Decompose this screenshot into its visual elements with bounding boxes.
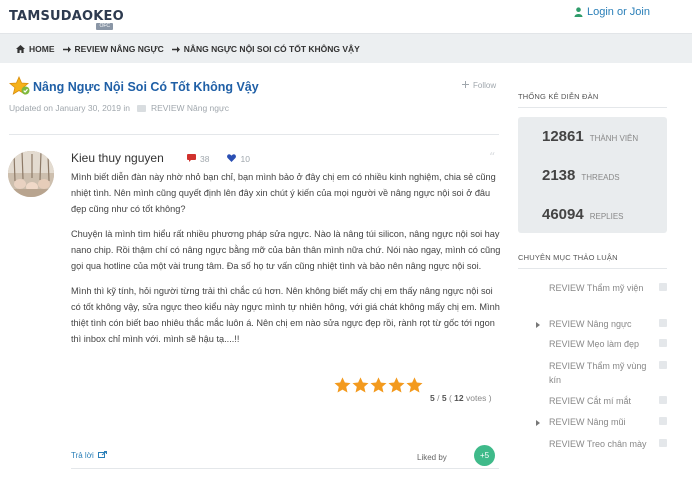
stat-label: THREADS (581, 173, 620, 182)
breadcrumb-bar: HOME REVIEW NÂNG NGỰC NÂNG NGỰC NỘI SOI … (0, 33, 692, 63)
stat-replies: 46094 REPLIES (542, 206, 624, 223)
likes-count: 10 (240, 154, 250, 164)
divider (518, 107, 667, 108)
folder-icon (136, 104, 146, 112)
thread-title[interactable]: Nâng Ngực Nội Soi Có Tốt Không Vậy (33, 80, 259, 94)
category-toggle[interactable] (659, 319, 667, 327)
comments-count: 38 (200, 154, 210, 164)
rating-star-icon[interactable] (370, 377, 387, 398)
rating-star-icon[interactable] (334, 377, 351, 398)
quote-icon[interactable]: “ (489, 150, 495, 164)
category-label: REVIEW Treo chân mày (549, 439, 647, 449)
post-paragraph: Chuyện là mình tìm hiểu rất nhiều phương… (71, 228, 501, 272)
rating-star-icon[interactable] (388, 377, 405, 398)
breadcrumb-label: NÂNG NGỰC NỘI SOI CÓ TỐT KHÔNG VẬY (183, 44, 360, 54)
post-paragraph: Mình biết diễn đàn này nhờ nhỏ bạn chỉ, … (71, 172, 496, 215)
forum-stats: 12861 THÀNH VIÊN 2138 THREADS 46094 REPL… (518, 117, 667, 233)
breadcrumb-category[interactable]: REVIEW NÂNG NGỰC (62, 44, 164, 54)
stat-threads: 2138 THREADS (542, 167, 620, 184)
category-toggle[interactable] (659, 339, 667, 347)
follow-button[interactable]: Follow (462, 81, 496, 90)
logo-text: TAMSUDAOKEO (9, 9, 124, 24)
category-toggle[interactable] (659, 283, 667, 291)
rating-summary: 5 / 5 ( 12 votes ) (430, 393, 492, 403)
likes-badge[interactable]: +5 (474, 445, 495, 466)
stat-members: 12861 THÀNH VIÊN (542, 128, 638, 145)
user-icon (574, 7, 583, 17)
category-toggle[interactable] (659, 361, 667, 369)
arrow-right-icon (62, 46, 71, 53)
divider (9, 134, 499, 135)
breadcrumb-home[interactable]: HOME (16, 44, 55, 54)
thread-category-link[interactable]: REVIEW Nâng ngực (151, 103, 229, 113)
rating-votes: 12 (454, 393, 464, 403)
category-label: REVIEW Cắt mí mắt (549, 396, 632, 406)
comment-icon (187, 154, 196, 164)
stat-value: 12861 (542, 128, 584, 145)
thread-meta: Updated on January 30, 2019 in REVIEW Nâ… (9, 103, 229, 113)
post-body: Mình biết diễn đàn này nhờ nhỏ bạn chỉ, … (71, 169, 501, 356)
divider (71, 468, 499, 469)
login-label: Login or Join (587, 6, 650, 18)
avatar[interactable] (8, 151, 54, 197)
star-rating[interactable] (334, 377, 423, 398)
reply-button[interactable]: Trả lời (71, 451, 107, 460)
category-label: REVIEW Nâng ngực (549, 319, 632, 329)
breadcrumb-current[interactable]: NÂNG NGỰC NỘI SOI CÓ TỐT KHÔNG VẬY (171, 44, 360, 54)
category-label: REVIEW Thẩm mỹ vùng kín (549, 361, 647, 385)
arrow-right-icon (171, 46, 180, 53)
plus-icon (462, 81, 469, 90)
rating-star-icon[interactable] (352, 377, 369, 398)
featured-star-icon (8, 75, 31, 101)
site-logo[interactable]: TAMSUDAOKEO OFC (9, 9, 124, 31)
liked-by-label: Liked by (417, 453, 447, 462)
category-toggle[interactable] (659, 439, 667, 447)
votes-label: votes (466, 393, 487, 403)
stats-title: THỐNG KÊ DIỄN ĐÀN (518, 92, 599, 101)
rating-score: 5 (430, 393, 435, 403)
post-paragraph: Mình thì kỹ tính, hỏi người từng trải th… (71, 285, 500, 345)
divider (518, 268, 667, 269)
rating-star-icon[interactable] (406, 377, 423, 398)
logo-sub: OFC (96, 23, 113, 30)
caret-right-icon (536, 322, 540, 328)
stat-value: 46094 (542, 206, 584, 223)
stat-label: REPLIES (589, 212, 624, 221)
breadcrumb-label: HOME (29, 44, 55, 54)
category-toggle[interactable] (659, 417, 667, 425)
updated-text: Updated on January 30, 2019 in (9, 103, 130, 113)
heart-icon (227, 154, 237, 164)
follow-label: Follow (473, 81, 497, 90)
login-link[interactable]: Login or Join (574, 6, 650, 18)
home-icon (16, 45, 25, 53)
top-header: TAMSUDAOKEO OFC Login or Join (0, 0, 692, 33)
category-toggle[interactable] (659, 396, 667, 404)
share-icon (97, 451, 107, 460)
breadcrumb: HOME REVIEW NÂNG NGỰC NÂNG NGỰC NỘI SOI … (16, 44, 368, 54)
category-label: REVIEW Nâng mũi (549, 417, 626, 427)
breadcrumb-label: REVIEW NÂNG NGỰC (74, 44, 164, 54)
rating-separator: / (437, 393, 440, 403)
stat-value: 2138 (542, 167, 576, 184)
rating-max: 5 (441, 393, 447, 403)
post-author[interactable]: Kieu thuy nguyen (71, 151, 164, 165)
caret-right-icon (536, 420, 540, 426)
categories-title: CHUYÊN MỤC THẢO LUẬN (518, 253, 618, 262)
reply-label: Trả lời (71, 451, 94, 460)
category-label: REVIEW Mẹo làm đẹp (549, 339, 640, 349)
stat-label: THÀNH VIÊN (589, 134, 639, 143)
author-counts: 38 10 (187, 154, 250, 164)
category-label: REVIEW Thẩm mỹ viện (549, 283, 644, 293)
